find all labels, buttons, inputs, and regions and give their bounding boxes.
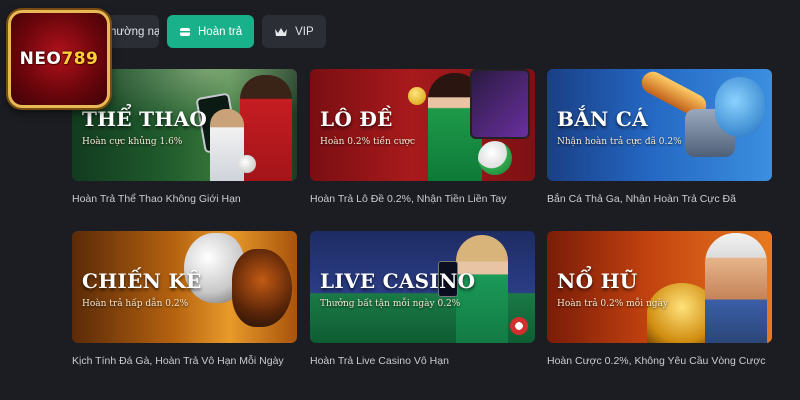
- card-caption[interactable]: Hoàn Trả Thể Thao Không Giới Hạn: [72, 193, 241, 205]
- promo-card-slots[interactable]: NỔ HŨ Hoàn trả 0.2% mỗi ngày: [547, 231, 772, 343]
- football-icon: [238, 155, 256, 173]
- card-title: LÔ ĐỀ: [320, 107, 393, 131]
- phone-games-image: [470, 69, 530, 139]
- card-subtitle: Hoàn trả 0.2% mỗi ngày: [557, 299, 668, 309]
- card-subtitle: Nhận hoàn trả cực đã 0.2%: [557, 137, 682, 147]
- card-title: LIVE CASINO: [320, 269, 476, 293]
- card-caption[interactable]: Hoàn Trả Lô Đề 0.2%, Nhận Tiền Liền Tay: [310, 193, 507, 205]
- card-title: BẮN CÁ: [557, 107, 648, 131]
- card-caption[interactable]: Kịch Tính Đá Gà, Hoàn Trả Vô Hạn Mỗi Ngà…: [72, 355, 284, 367]
- promo-card-fishing[interactable]: BẮN CÁ Nhận hoàn trả cực đã 0.2%: [547, 69, 772, 181]
- brand-logo[interactable]: NEO789: [8, 10, 110, 108]
- lottery-ball-icon: [478, 141, 512, 175]
- promo-card-lottery[interactable]: LÔ ĐỀ Hoàn 0.2% tiền cược: [310, 69, 535, 181]
- tab-label: hường nạp: [110, 25, 159, 38]
- card-title: THỂ THAO: [82, 107, 208, 131]
- card-subtitle: Hoàn 0.2% tiền cược: [320, 137, 416, 147]
- category-tabs: hường nạp Hoàn trả VIP: [96, 15, 326, 48]
- card-subtitle: Hoàn cực khủng 1.6%: [82, 137, 183, 147]
- tab-label: VIP: [295, 25, 314, 38]
- zeus-image: [705, 233, 767, 343]
- crown-icon: [275, 27, 288, 36]
- card-caption[interactable]: Hoàn Cược 0.2%, Không Yêu Cầu Vòng Cược: [547, 355, 766, 367]
- card-subtitle: Thưởng bất tận mỗi ngày 0.2%: [320, 299, 461, 309]
- casino-chips-icon: [510, 317, 528, 335]
- promo-card-live-casino[interactable]: LIVE CASINO Thưởng bất tận mỗi ngày 0.2%: [310, 231, 535, 343]
- tab-vip[interactable]: VIP: [262, 15, 326, 48]
- refund-icon: [180, 27, 190, 36]
- card-title: CHIẾN KÊ: [82, 269, 202, 293]
- player-white-image: [210, 109, 244, 181]
- shark-image: [715, 77, 765, 137]
- tab-refund[interactable]: Hoàn trả: [167, 15, 255, 48]
- rooster-dark-image: [232, 249, 292, 327]
- promo-card-cockfight[interactable]: CHIẾN KÊ Hoàn trả hấp dẫn 0.2%: [72, 231, 297, 343]
- card-caption[interactable]: Bắn Cá Thả Ga, Nhận Hoàn Trả Cực Đã: [547, 193, 736, 205]
- lottery-ball-icon: [408, 87, 426, 105]
- card-subtitle: Hoàn trả hấp dẫn 0.2%: [82, 299, 189, 309]
- card-caption[interactable]: Hoàn Trả Live Casino Vô Hạn: [310, 355, 449, 367]
- card-title: NỔ HŨ: [557, 269, 638, 293]
- tab-label: Hoàn trả: [198, 25, 243, 38]
- logo-text: NEO789: [19, 49, 99, 69]
